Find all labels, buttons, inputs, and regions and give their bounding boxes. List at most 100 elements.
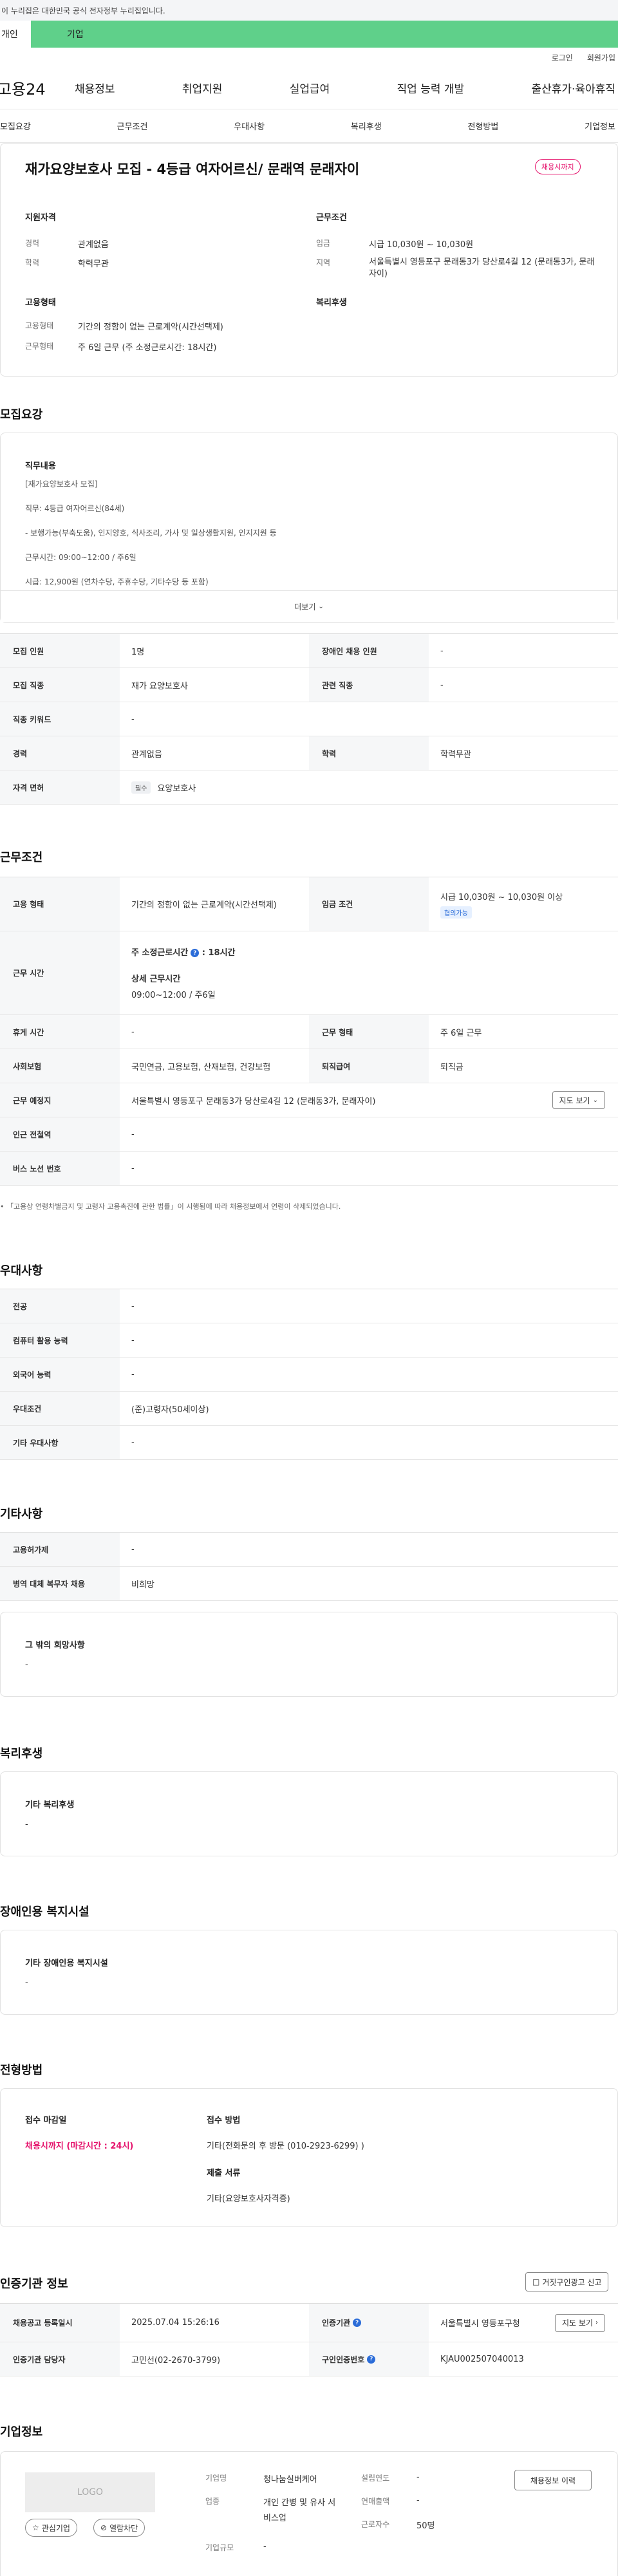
worktype-value: 주 6일 근무: [440, 1028, 482, 1038]
table-row: 근무 시간 주 소정근로시간? : 18시간 상세 근무시간 09:00~12:…: [0, 931, 618, 1015]
rest-label: 휴게 시간: [0, 1015, 120, 1049]
recruit-section-title: 모집요강: [0, 408, 43, 422]
subtab-company[interactable]: 기업정보: [585, 120, 615, 132]
gov-banner-text: 이 누리집은 대한민국 공식 전자정부 누리집입니다.: [1, 6, 165, 15]
insurance-value: 국민연금, 고용보험, 산재보험, 건강보험: [131, 1062, 271, 1072]
emp-value: 기간의 정함이 없는 근로계약(시간선택제): [78, 322, 223, 332]
duty-line-5: 시급: 12,900원 (연차수당, 주휴수당, 기타수당 등 포함): [25, 577, 209, 586]
block-company-button[interactable]: ⊘ 열람차단: [93, 2519, 145, 2537]
gnb-item-employment-support[interactable]: 취업지원: [182, 80, 223, 96]
preference-table: 전공 - 컴퓨터 활용 능력 - 외국어 능력 - 우대조건 (준)고령자(50…: [0, 1289, 618, 1460]
manager-label: 인증기관 담당자: [0, 2342, 120, 2376]
wage-cond-value: 시급 10,030원 ~ 10,030원 이상: [440, 892, 563, 902]
docs-value: 기타(요양보호사자격증): [207, 2194, 290, 2204]
agency-section-title: 인증기관 정보: [0, 2277, 68, 2291]
welfare-value: -: [25, 1820, 28, 1829]
insurance-label: 사회보험: [0, 1049, 120, 1083]
duty-label: 직무내용: [25, 462, 56, 471]
tab-company-label: 기업: [67, 30, 84, 40]
subtab-preference[interactable]: 우대사항: [234, 120, 265, 132]
permit-value: -: [131, 1544, 135, 1554]
subtab-recruit[interactable]: 모집요강: [0, 120, 31, 132]
biz-label: 업종: [205, 2497, 220, 2506]
age-notice: • 「고용상 연령차별금지 및 고령자 고용촉진에 관한 법률」이 시행됨에 따…: [0, 1201, 341, 1211]
info-icon[interactable]: ?: [191, 949, 200, 957]
company-section-title: 기업정보: [0, 2425, 43, 2439]
more-button[interactable]: 더보기 ⌄: [1, 590, 617, 622]
hours-detail-label: 상세 근무시간: [131, 975, 181, 984]
deadline-value: 채용시까지 (마감시간 : 24시): [25, 2142, 134, 2151]
org-label-text: 인증기관: [322, 2319, 351, 2328]
map-button[interactable]: 지도 보기 ⌄: [552, 1091, 605, 1109]
table-row: 모집 인원 1명 장애인 채용 인원 -: [0, 634, 618, 668]
docs-label: 제출 서류: [207, 2169, 241, 2178]
org-cell: 서울특별시 영등포구청 지도 보기 ›: [429, 2304, 618, 2342]
chevron-down-icon: ⌄: [318, 603, 324, 610]
job-history-button[interactable]: 채용정보 이력: [514, 2470, 592, 2490]
place-cell: 서울특별시 영등포구 문래동3가 당산로4길 12 (문래동3가, 문래자이) …: [120, 1083, 618, 1117]
hours-detail-value: 09:00~12:00 / 주6일: [131, 991, 216, 1000]
member-tabbar: 개인 기업: [0, 21, 618, 48]
table-row: 병역 대체 복무자 채용 비희망: [0, 1567, 618, 1601]
license-value: 요양보호사: [157, 783, 196, 794]
gnb-item-parental-leave[interactable]: 출산휴가·육아휴직: [531, 80, 615, 96]
tab-personal[interactable]: 개인: [0, 21, 31, 48]
gnb-item-unemployment-benefit[interactable]: 실업급여: [290, 80, 330, 96]
reg-label: 채용공고 등록일시: [0, 2304, 120, 2342]
subtab-selection[interactable]: 전형방법: [468, 120, 499, 132]
org-map-button-label: 지도 보기: [562, 2319, 593, 2328]
biz-value: 개인 간병 및 유사 서비스업: [263, 2498, 336, 2523]
bullet-icon: •: [0, 1202, 6, 1211]
org-map-button[interactable]: 지도 보기 ›: [555, 2313, 605, 2332]
table-career-value: 관계없음: [131, 749, 162, 760]
duty-line-2: 직무: 4등급 여자어르신(84세): [25, 504, 125, 513]
tab-personal-label: 개인: [1, 30, 18, 40]
utility-nav: 로그인 회원가입: [0, 48, 618, 67]
gnb-menu: 채용정보 취업지원 실업급여 직업 능력 개발 출산휴가·육아휴직: [75, 80, 618, 96]
org-label: 인증기관?: [309, 2304, 429, 2342]
table-row: 근무 예정지 서울특별시 영등포구 문래동3가 당산로4길 12 (문래동3가,…: [0, 1083, 618, 1117]
gnb-item-jobs[interactable]: 채용정보: [75, 80, 115, 96]
hope-value: -: [25, 1660, 28, 1670]
gnb-item-skills-development[interactable]: 직업 능력 개발: [397, 80, 465, 96]
major-value: -: [131, 1301, 135, 1311]
hours-label: 근무 시간: [0, 931, 120, 1014]
wage-value: 시급 10,030원 ~ 10,030원: [369, 240, 474, 250]
major-label: 전공: [0, 1289, 120, 1323]
keyword-value: -: [131, 714, 135, 724]
table-row: 경력 관계없음 학력 학력무관: [0, 736, 618, 770]
company-logo: LOGO: [25, 2472, 155, 2512]
duty-card: 직무내용 [재가요양보호사 모집] 직무: 4등급 여자어르신(84세) - 보…: [0, 433, 618, 623]
report-button[interactable]: □ 거짓구인광고 신고: [525, 2272, 609, 2291]
subtab-welfare[interactable]: 복리후생: [351, 120, 382, 132]
work-value: 주 6일 근무 (주 소정근로시간: 18시간): [78, 343, 217, 353]
map-button-label: 지도 보기: [559, 1096, 590, 1105]
table-row: 우대조건 (준)고령자(50세이상): [0, 1392, 618, 1426]
info-icon[interactable]: ?: [353, 2319, 362, 2327]
block-icon: ⊘: [100, 2523, 108, 2532]
star-icon: ☆: [32, 2523, 39, 2532]
place-value: 서울특별시 영등포구 문래동3가 당산로4길 12 (문래동3가, 문래자이): [131, 1096, 376, 1106]
id-value: KJAU002507040013: [440, 2354, 524, 2364]
duty-line-1: [재가요양보호사 모집]: [25, 480, 98, 489]
subtab-conditions[interactable]: 근무조건: [117, 120, 148, 132]
tab-company[interactable]: 기업: [31, 21, 618, 48]
job-type-label: 모집 직종: [0, 668, 120, 702]
career-label: 경력: [25, 239, 40, 248]
info-icon[interactable]: ?: [367, 2355, 376, 2364]
conditions-section-title: 근무조건: [0, 851, 43, 864]
manager-value: 고민선(02-2670-3799): [131, 2355, 221, 2366]
age-notice-text: 「고용상 연령차별금지 및 고령자 고용촉진에 관한 법률」이 시행됨에 따라 …: [6, 1202, 341, 1211]
worktype-label: 근무 형태: [309, 1015, 429, 1049]
method-value: 기타(전화문의 후 방문 (010-2923-6299) ): [207, 2142, 364, 2151]
signup-link[interactable]: 회원가입: [587, 52, 615, 63]
login-link[interactable]: 로그인: [552, 52, 573, 63]
table-edu-value: 학력무관: [440, 749, 471, 760]
subway-label: 인근 전철역: [0, 1117, 120, 1151]
disabled-card: 기타 장애인용 복지시설 -: [0, 1930, 618, 2015]
retire-label: 퇴직급여: [309, 1049, 429, 1083]
favorite-company-button[interactable]: ☆ 관심기업: [25, 2519, 77, 2537]
table-row: 자격 면허 필수 요양보호사: [0, 770, 618, 805]
size-value: -: [263, 2542, 267, 2552]
site-logo[interactable]: 고용24: [0, 77, 75, 99]
